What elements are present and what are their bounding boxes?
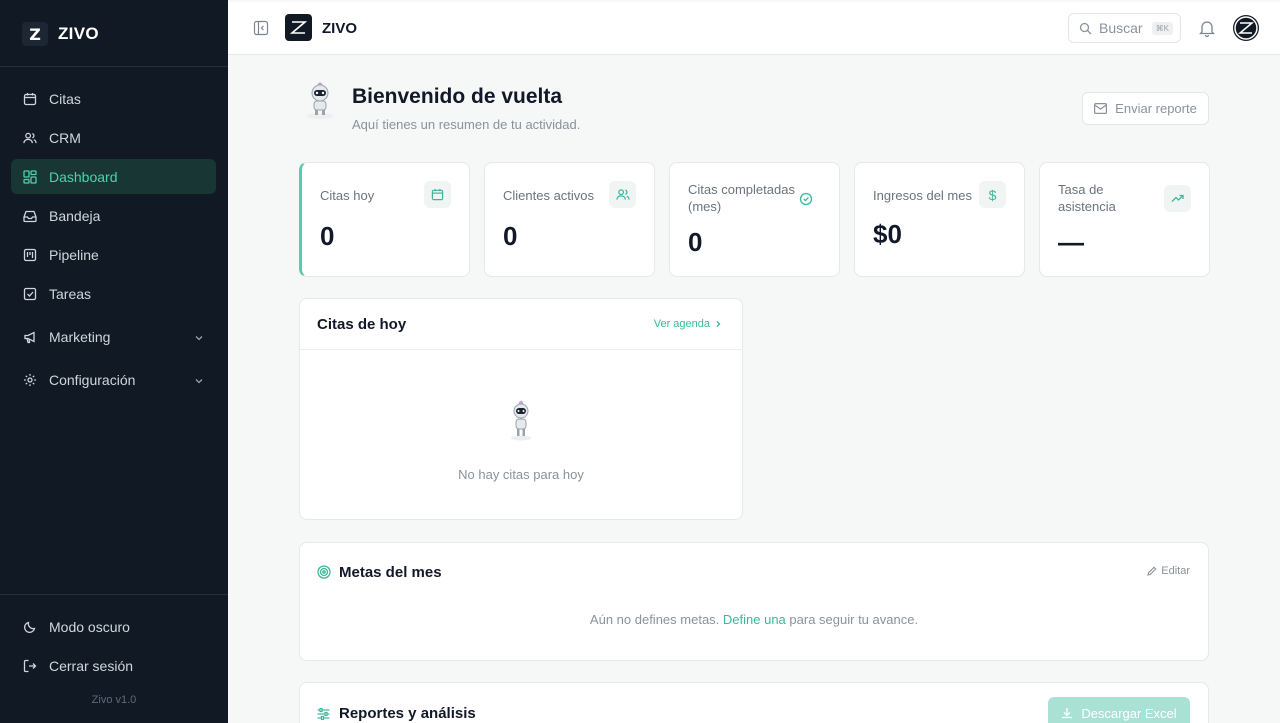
view-agenda-link[interactable]: Ver agenda (654, 318, 722, 330)
card-title: Reportes y análisis (339, 705, 476, 722)
users-icon (609, 181, 636, 208)
sidebar-divider (0, 66, 228, 67)
chevron-down-icon (194, 330, 204, 346)
today-appointments-card: Citas de hoy Ver agenda No hay citas par… (299, 298, 743, 520)
stat-value: 0 (320, 221, 335, 251)
dark-mode-label: Modo oscuro (49, 618, 130, 635)
page-subtitle: Aquí tienes un resumen de tu actividad. (352, 117, 581, 132)
goals-empty-text: Aún no defines metas. Define una para se… (300, 612, 1208, 627)
send-report-label: Enviar reporte (1115, 101, 1197, 116)
sidebar-item-configuracion[interactable]: Configuración (11, 362, 216, 397)
robot-mascot-icon (507, 399, 535, 441)
sidebar-item-marketing[interactable]: Marketing (11, 319, 216, 354)
card-title: Metas del mes (339, 564, 442, 581)
zivo-logo-icon: Z (22, 22, 48, 46)
goals-text-before: Aún no defines metas. (589, 612, 720, 627)
bell-icon[interactable] (1198, 19, 1216, 42)
stat-value: 0 (503, 221, 518, 251)
pencil-icon (1147, 566, 1157, 576)
avatar[interactable] (1233, 15, 1259, 41)
search-placeholder: Buscar (1099, 20, 1143, 36)
sidebar-item-citas[interactable]: Citas (11, 81, 216, 116)
gear-icon (23, 373, 37, 387)
sidebar-item-label: Bandeja (49, 207, 101, 224)
inbox-icon (23, 209, 37, 223)
sidebar-item-bandeja[interactable]: Bandeja (11, 198, 216, 233)
define-goal-link[interactable]: Define una (723, 612, 786, 627)
stat-card-citas-hoy: Citas hoy 0 (299, 162, 470, 277)
download-excel-button[interactable]: Descargar Excel (1048, 697, 1190, 723)
sidebar-item-label: CRM (49, 129, 81, 146)
stat-card-ingresos: Ingresos del mes $0 $ (854, 162, 1025, 277)
stat-value: 0 (688, 227, 703, 257)
users-icon (23, 131, 37, 145)
sidebar-brand[interactable]: Z ZIVO (22, 22, 99, 46)
sidebar-toggle-icon[interactable] (253, 20, 269, 36)
stat-value: $0 (873, 219, 902, 249)
card-title: Citas de hoy (317, 316, 407, 333)
stat-value: — (1058, 227, 1084, 257)
calendar-icon (424, 181, 451, 208)
sidebar-item-crm[interactable]: CRM (11, 120, 216, 155)
dashboard-icon (23, 169, 37, 184)
sidebar-item-label: Tareas (49, 285, 92, 302)
checkbox-icon (23, 287, 37, 301)
stat-label: Citas completadas (mes) (688, 182, 795, 214)
download-excel-label: Descargar Excel (1081, 705, 1177, 721)
sliders-icon (317, 707, 330, 723)
goals-text-after: para seguir tu avance. (789, 612, 919, 627)
logout-label: Cerrar sesión (49, 657, 134, 674)
topbar: ZIVO Buscar ⌘K (228, 2, 1280, 55)
search-shortcut: ⌘K (1151, 21, 1173, 35)
edit-label: Editar (1161, 565, 1190, 577)
download-icon (1061, 707, 1073, 719)
check-circle-icon (792, 185, 819, 212)
sidebar-item-label: Citas (49, 90, 81, 107)
edit-goals-button[interactable]: Editar (1147, 565, 1190, 577)
search-icon (1079, 22, 1092, 35)
mail-icon (1094, 103, 1108, 114)
monthly-goals-card: Metas del mes Editar Aún no defines meta… (299, 542, 1209, 661)
sidebar-item-label: Marketing (49, 328, 111, 345)
sidebar-item-dashboard[interactable]: Dashboard (11, 159, 216, 194)
chevron-down-icon (194, 373, 204, 389)
moon-icon (23, 620, 37, 634)
stat-card-tasa-asistencia: Tasa de asistencia — (1039, 162, 1210, 277)
calendar-icon (23, 92, 37, 106)
stat-card-citas-completadas: Citas completadas (mes) 0 (669, 162, 840, 277)
stat-label: Clientes activos (503, 188, 595, 203)
send-report-button[interactable]: Enviar reporte (1082, 92, 1209, 125)
sidebar-item-pipeline[interactable]: Pipeline (11, 237, 216, 272)
sidebar-item-label: Pipeline (49, 246, 99, 263)
empty-state-text: No hay citas para hoy (458, 467, 584, 482)
megaphone-icon (23, 330, 37, 344)
stat-label: Ingresos del mes (873, 188, 972, 203)
kanban-icon (23, 248, 37, 262)
logout-button[interactable]: Cerrar sesión (11, 648, 216, 683)
robot-mascot-icon (302, 80, 338, 120)
zivo-logo-icon[interactable] (285, 14, 312, 41)
view-agenda-label: Ver agenda (653, 318, 710, 330)
sidebar-item-label: Configuración (49, 371, 136, 388)
sidebar-item-label: Dashboard (49, 168, 118, 185)
page-title: Bienvenido de vuelta (352, 85, 563, 108)
sidebar-divider (0, 594, 228, 595)
app-version: Zivo v1.0 (91, 694, 137, 706)
target-icon (317, 565, 331, 584)
sidebar-item-tareas[interactable]: Tareas (11, 276, 216, 311)
topbar-brand-name: ZIVO (322, 20, 358, 37)
chevron-right-icon (714, 320, 722, 328)
stat-card-clientes-activos: Clientes activos 0 (484, 162, 655, 277)
card-header: Citas de hoy Ver agenda (300, 299, 742, 350)
logout-icon (23, 659, 37, 673)
dark-mode-toggle[interactable]: Modo oscuro (11, 609, 216, 644)
dollar-icon: $ (979, 181, 1006, 208)
stat-label: Citas hoy (320, 188, 375, 203)
search-input[interactable]: Buscar ⌘K (1068, 13, 1181, 43)
stat-label: Tasa de asistencia (1058, 182, 1116, 214)
reports-card: Reportes y análisis Descargar Excel (299, 682, 1209, 723)
sidebar-brand-name: ZIVO (58, 24, 99, 43)
sidebar: Z ZIVO Citas CRM Dashboard Bandeja Pipel… (0, 0, 228, 723)
trending-up-icon (1164, 185, 1191, 212)
